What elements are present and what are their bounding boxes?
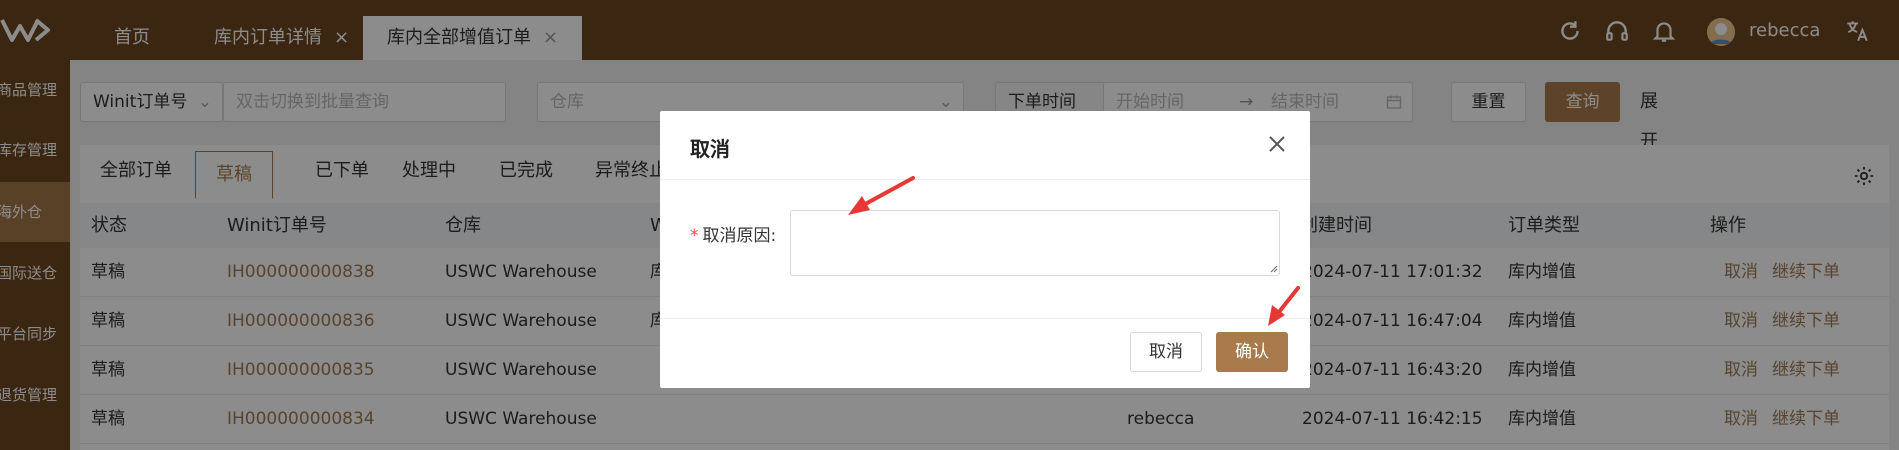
close-icon[interactable] (1266, 133, 1288, 155)
cancel-button[interactable]: 取消 (1130, 332, 1202, 372)
cancel-button-label: 取消 (1149, 342, 1183, 362)
confirm-button[interactable]: 确认 (1216, 332, 1288, 372)
cancel-reason-textarea[interactable] (790, 210, 1280, 276)
reason-label-text: 取消原因: (702, 226, 777, 246)
dialog-title: 取消 (690, 137, 730, 161)
cancel-dialog: 取消 * 取消原因: 取消 确认 (660, 111, 1310, 388)
required-mark: * (690, 226, 699, 246)
confirm-button-label: 确认 (1235, 342, 1269, 362)
reason-label: * 取消原因: (690, 221, 776, 246)
divider (660, 179, 1310, 180)
resize-handle-icon[interactable] (1268, 263, 1278, 273)
divider (660, 318, 1310, 319)
